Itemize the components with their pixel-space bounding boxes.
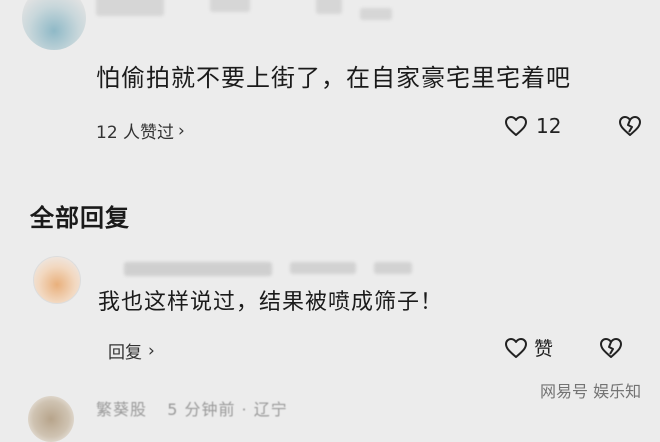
blurred-meta: [374, 262, 412, 274]
timestamp-location: 5 分钟前 · 辽宁: [167, 400, 288, 419]
avatar[interactable]: [28, 396, 74, 442]
heart-icon[interactable]: [504, 337, 528, 359]
broken-heart-icon[interactable]: [598, 336, 624, 364]
blurred-username: [96, 0, 164, 16]
reply-like-group[interactable]: 赞: [504, 334, 553, 361]
like-group: 12: [504, 114, 643, 138]
like-count: 12: [536, 114, 562, 138]
blurred-meta: [360, 8, 392, 20]
likers-link[interactable]: 12 人赞过 ›: [96, 118, 185, 144]
username: 繁葵股: [96, 400, 148, 419]
blurred-meta: [290, 262, 356, 274]
blurred-meta: [316, 0, 342, 14]
blurred-username: [124, 262, 272, 276]
reply-button[interactable]: 回复 ›: [108, 338, 155, 364]
avatar[interactable]: [22, 0, 86, 50]
broken-heart-icon[interactable]: [617, 114, 643, 138]
avatar[interactable]: [33, 256, 81, 304]
chevron-right-icon: ›: [148, 340, 155, 361]
heart-icon[interactable]: [504, 115, 528, 137]
reply-text: 我也这样说过，结果被喷成筛子！: [98, 290, 444, 315]
section-title: 全部回复: [30, 204, 130, 232]
chevron-right-icon: ›: [178, 120, 185, 141]
bottom-meta: 繁葵股 5 分钟前 · 辽宁: [96, 396, 288, 420]
like-label: 赞: [534, 338, 554, 360]
blurred-meta: [210, 0, 250, 12]
likers-label: 12 人赞过: [96, 123, 175, 143]
comment-text: 怕偷拍就不要上街了，在自家豪宅里宅着吧: [96, 64, 571, 92]
watermark: 网易号 娱乐知: [540, 382, 642, 401]
reply-label: 回复: [108, 343, 142, 363]
